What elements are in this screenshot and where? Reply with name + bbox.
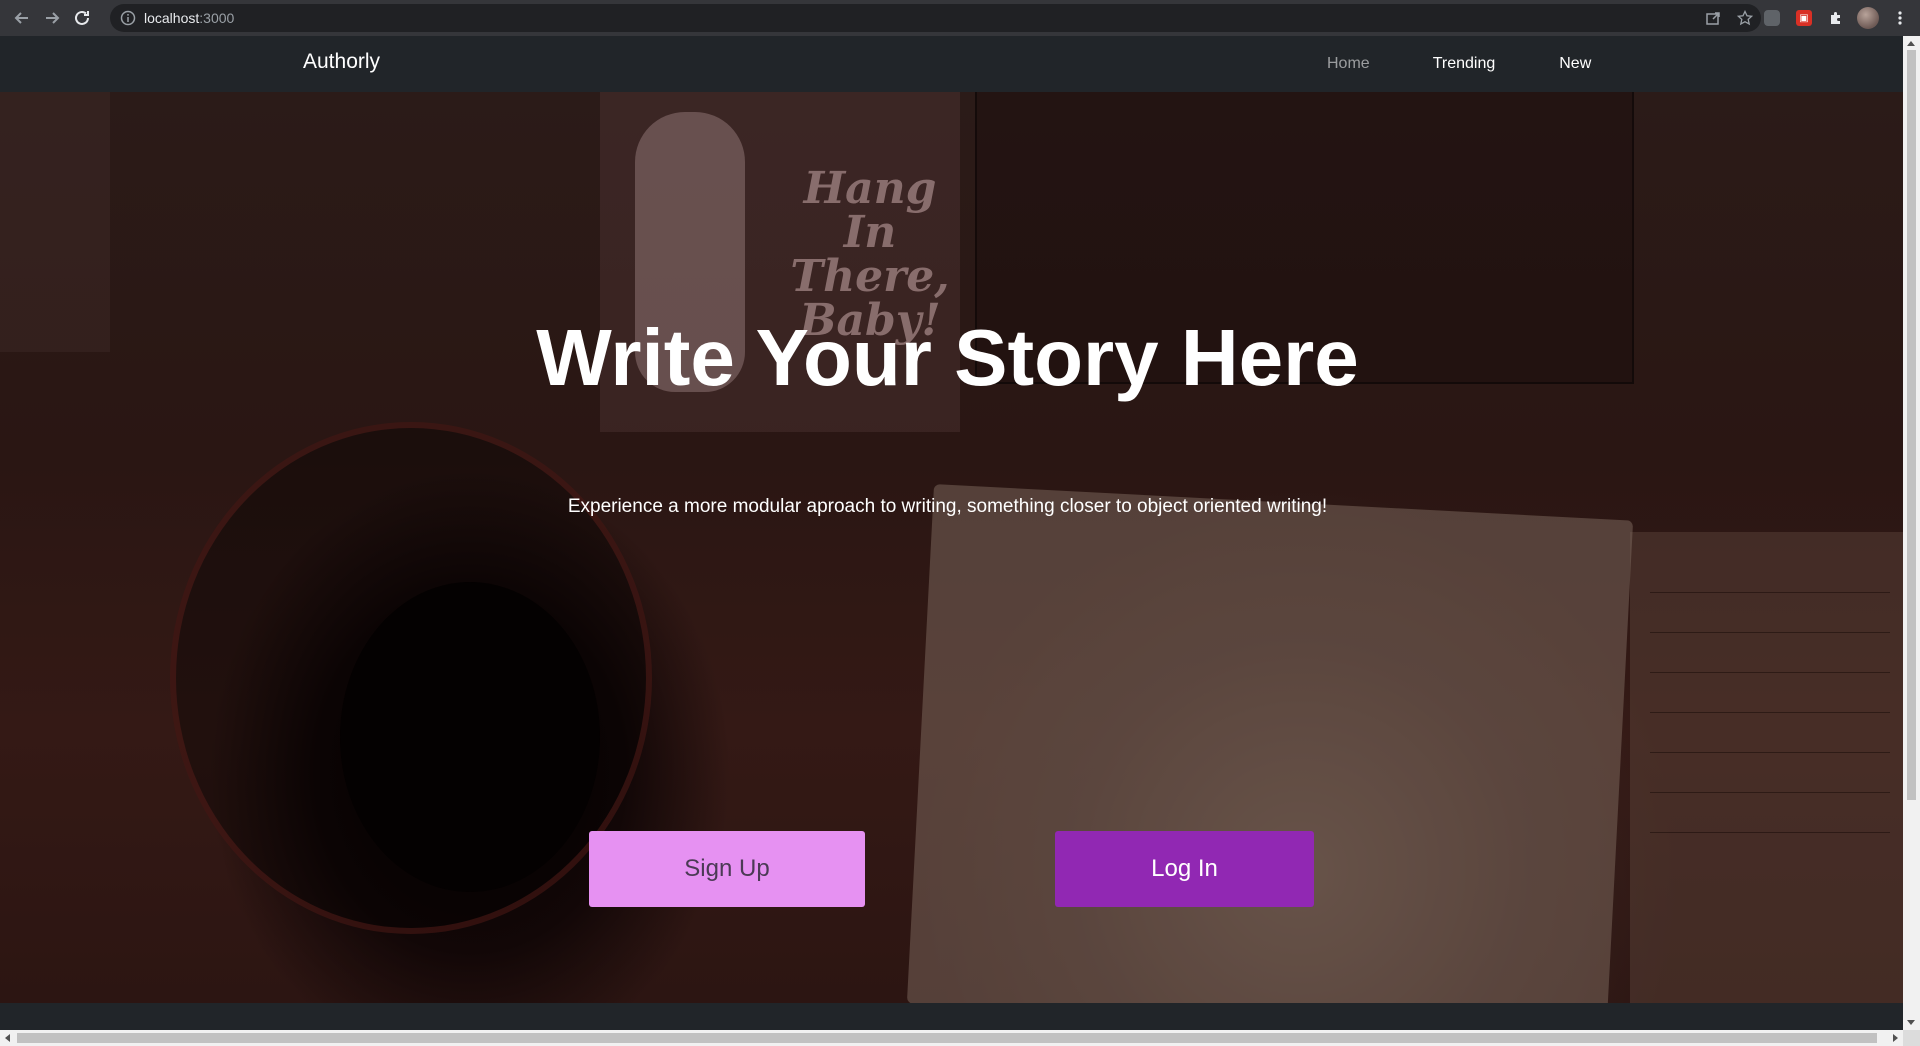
info-icon[interactable] bbox=[120, 10, 136, 26]
signup-button[interactable]: Sign Up bbox=[589, 831, 865, 907]
reload-icon[interactable] bbox=[66, 2, 98, 34]
extension-grey-icon[interactable] bbox=[1756, 0, 1788, 36]
menu-dots-icon[interactable] bbox=[1884, 0, 1916, 36]
browser-toolbar: localhost:3000 ▣ bbox=[0, 0, 1920, 36]
nav-links: Home Trending New bbox=[1310, 36, 1591, 92]
background-notebook bbox=[906, 484, 1634, 1003]
scrollbar-corner bbox=[1903, 1030, 1920, 1046]
scroll-up-icon[interactable] bbox=[1907, 41, 1915, 46]
share-icon[interactable] bbox=[1697, 4, 1729, 32]
site-navbar: Authorly Home Trending New bbox=[0, 36, 1903, 92]
url-text: localhost:3000 bbox=[144, 10, 235, 26]
hero-section: Hang In There, Baby! Write Your Story He… bbox=[0, 92, 1903, 1003]
vertical-scroll-thumb[interactable] bbox=[1907, 50, 1916, 800]
background-notebook-page bbox=[1630, 532, 1903, 1003]
horizontal-scroll-thumb[interactable] bbox=[17, 1033, 1877, 1043]
puzzle-icon[interactable] bbox=[1820, 0, 1852, 36]
back-icon[interactable] bbox=[6, 2, 38, 34]
login-button[interactable]: Log In bbox=[1055, 831, 1314, 907]
forward-icon[interactable] bbox=[36, 2, 68, 34]
scroll-down-icon[interactable] bbox=[1907, 1020, 1915, 1025]
nav-home[interactable]: Home bbox=[1327, 55, 1370, 73]
hero-title: Write Your Story Here bbox=[536, 313, 1359, 402]
scroll-right-icon[interactable] bbox=[1893, 1034, 1898, 1042]
page-viewport: Authorly Home Trending New Hang In There… bbox=[0, 36, 1903, 1030]
footer-bar bbox=[0, 1003, 1903, 1030]
hero-subtitle: Experience a more modular aproach to wri… bbox=[567, 496, 1328, 517]
brand-logo[interactable]: Authorly bbox=[303, 50, 380, 74]
nav-new[interactable]: New bbox=[1559, 55, 1591, 73]
extension-red-icon[interactable]: ▣ bbox=[1788, 0, 1820, 36]
horizontal-scrollbar[interactable] bbox=[0, 1030, 1903, 1046]
profile-avatar[interactable] bbox=[1852, 0, 1884, 36]
nav-trending[interactable]: Trending bbox=[1433, 55, 1496, 73]
background-coffee bbox=[340, 582, 600, 892]
address-bar[interactable]: localhost:3000 bbox=[110, 4, 1761, 32]
vertical-scrollbar[interactable] bbox=[1903, 36, 1920, 1030]
scroll-left-icon[interactable] bbox=[5, 1034, 10, 1042]
